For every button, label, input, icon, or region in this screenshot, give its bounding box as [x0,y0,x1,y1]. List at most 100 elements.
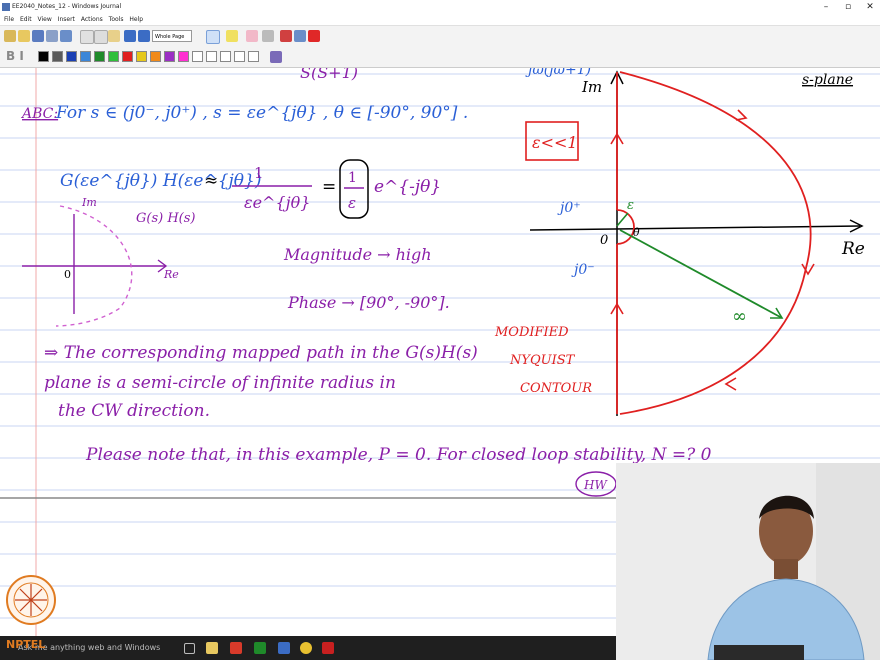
menu-bar: File Edit View Insert Actions Tools Help [0,14,880,25]
abc-label: ABC: [20,106,58,122]
pen-toolbar: B I [0,47,880,68]
epsilon-radius-line [616,212,629,227]
task-view-icon[interactable] [184,643,195,654]
pen-color-swatch[interactable] [52,51,63,62]
copy-icon[interactable] [94,30,108,44]
infinity-label: ∞ [732,306,747,327]
fraction-numerator: 1 [254,164,264,182]
eraser-icon[interactable] [246,30,258,42]
top-fragment-left: S(S+1) [300,68,358,82]
s-plane-label: s-plane [802,72,853,88]
open-folder-icon[interactable] [18,30,30,42]
zoom-select[interactable]: Whole Page [152,30,192,42]
top-fragment-right: jω(jω+1) [525,68,591,78]
chrome-icon[interactable] [300,642,312,654]
pen-color-swatch[interactable] [164,51,175,62]
title-bar: EE2040_Notes_12 - Windows Journal – ▫ ✕ [0,0,880,14]
flag-icon[interactable] [308,30,320,42]
pen-color-swatch[interactable] [66,51,77,62]
print-icon[interactable] [46,30,58,42]
paragraph-line-2: plane is a semi-circle of infinite radiu… [44,373,396,393]
pen-color-swatch[interactable] [150,51,161,62]
inset-sketch: Im Re 0 G(s) H(s) [22,196,195,327]
selection-tool-icon[interactable] [262,30,274,42]
minimize-button[interactable]: – [816,0,836,14]
bottom-note-line: Please note that, in this example, P = 0… [85,445,712,465]
inset-gh-label: G(s) H(s) [136,211,195,226]
boxed-numerator: 1 [348,170,357,186]
save-icon[interactable] [32,30,44,42]
menu-view[interactable]: View [38,14,52,25]
pdf-reader-icon[interactable] [322,642,334,654]
j0-minus-label: j0⁻ [571,262,595,278]
lasso-icon[interactable] [280,30,292,42]
hw-label: HW [583,478,608,492]
menu-insert[interactable]: Insert [58,14,75,25]
excel-icon[interactable] [254,642,266,654]
condition-line: For s ∈ (j0⁻, j0⁺) , s = εe^{jθ} , θ ∈ [… [55,103,468,123]
pen-color-swatch[interactable] [136,51,147,62]
arrow-cw-1 [735,109,748,121]
pen-color-swatch[interactable] [248,51,259,62]
epsilon-label: ε [627,198,634,213]
close-button[interactable]: ✕ [860,0,880,14]
journal-taskbar-icon[interactable] [278,642,290,654]
exp-term: e^{-jθ} [374,177,441,197]
insert-space-icon[interactable] [294,30,306,42]
pen-color-swatch[interactable] [178,51,189,62]
menu-tools[interactable]: Tools [109,14,124,25]
im-label: Im [581,78,602,96]
nyquist-diagram: Im Re s-plane ∞ ε θ 0 j0⁺ j0⁻ ε<<1 MODIF… [494,70,865,416]
nyquist-label: NYQUIST [509,353,576,368]
origin-label: 0 [600,233,608,248]
menu-edit[interactable]: Edit [20,14,32,25]
equals-sign: = [322,177,336,197]
magnitude-line: Magnitude → high [283,245,432,264]
undo-icon[interactable] [124,30,136,42]
pen-color-swatch[interactable] [220,51,231,62]
pen-color-swatch[interactable] [206,51,217,62]
menu-help[interactable]: Help [129,14,143,25]
pen-color-swatch[interactable] [108,51,119,62]
theta-label: θ [633,226,640,239]
boxed-denominator: ε [348,194,356,212]
contour-label: CONTOUR [520,381,592,396]
phase-line: Phase → [90°, -90°]. [287,293,450,312]
pen-color-swatch[interactable] [234,51,245,62]
nptel-logo-icon [6,575,56,625]
inset-re-label: Re [163,268,179,281]
redo-icon[interactable] [138,30,150,42]
new-note-icon[interactable] [4,30,16,42]
maximize-button[interactable]: ▫ [838,0,858,14]
format-bold-italic[interactable]: B I [6,49,24,63]
presenter-video-frame [616,463,880,660]
paragraph-line-1: ⇒ The corresponding mapped path in the G… [44,343,478,363]
menu-file[interactable]: File [4,14,14,25]
standard-toolbar: Whole Page [0,25,880,48]
arrow-cw-3 [724,377,737,391]
pen-color-swatch[interactable] [80,51,91,62]
highlighter-icon[interactable] [226,30,238,42]
re-label: Re [841,239,865,259]
inset-origin-label: 0 [64,268,71,281]
paste-icon[interactable] [108,30,120,42]
infinity-radius-line [619,229,783,319]
pen-style-icon[interactable] [270,51,282,63]
semicircle-contour [619,71,812,415]
search-icon[interactable] [60,30,72,42]
paragraph-line-3: the CW direction. [58,401,210,421]
file-explorer-icon[interactable] [206,642,218,654]
journal-app-icon [2,3,10,11]
webcam-video-overlay [616,463,880,660]
pen-color-swatch[interactable] [38,51,49,62]
fraction-denominator: εe^{jθ} [244,193,310,212]
pen-icon[interactable] [206,30,220,44]
modified-label: MODIFIED [494,325,569,340]
menu-actions[interactable]: Actions [81,14,103,25]
pen-color-swatch[interactable] [122,51,133,62]
office-icon[interactable] [230,642,242,654]
epsilon-condition: ε<<1 [532,133,578,152]
pen-color-swatch[interactable] [192,51,203,62]
pen-color-swatch[interactable] [94,51,105,62]
cut-icon[interactable] [80,30,94,44]
